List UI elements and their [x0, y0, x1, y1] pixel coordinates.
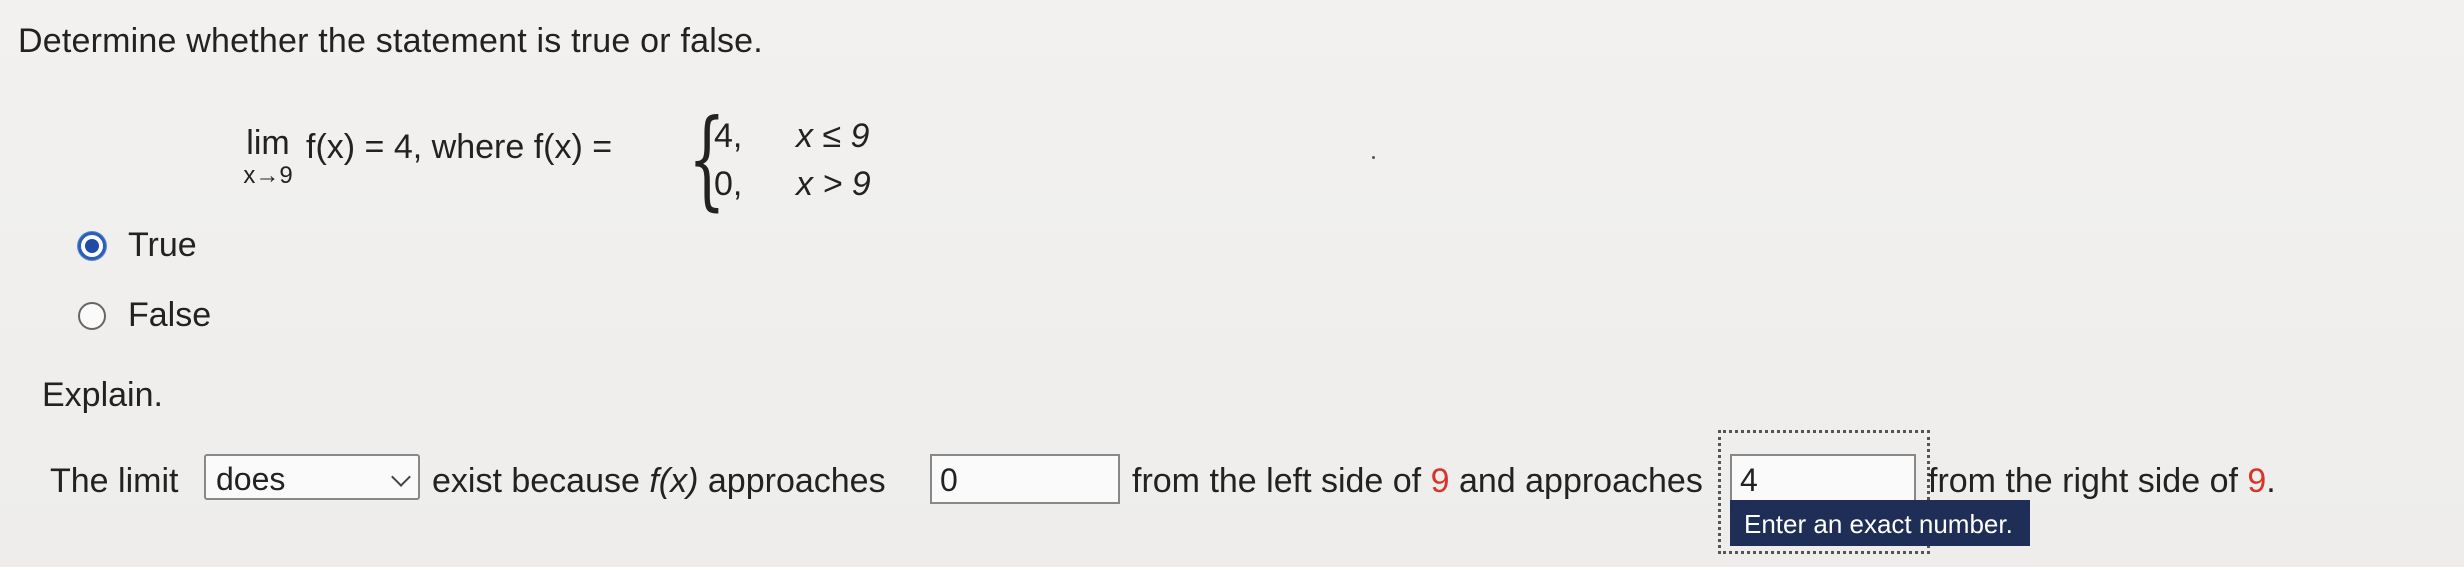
option-false[interactable]: False: [78, 296, 211, 335]
input-hint-tooltip: Enter an exact number.: [1730, 500, 2030, 546]
piece-value: 0,: [714, 165, 743, 203]
chevron-down-icon: [391, 467, 411, 487]
lim-subscript: x→9: [243, 162, 293, 189]
question-title: Determine whether the statement is true …: [18, 22, 763, 60]
piece-condition: x ≤ 9: [796, 117, 870, 155]
limit-notation: lim x→9: [228, 126, 308, 190]
left-limit-value: 0: [940, 462, 958, 498]
option-true-label: True: [128, 226, 197, 264]
right-limit-value: 4: [1740, 462, 1758, 498]
piece-row: 4, x ≤ 9: [714, 112, 871, 160]
middle1-fx: f(x): [649, 462, 699, 500]
middle2-text-a: from the left side of: [1132, 462, 1431, 500]
sentence-middle-1: exist because f(x) approaches: [432, 462, 886, 501]
explain-label: Explain.: [42, 376, 163, 414]
piecewise-cases: 4, x ≤ 9 0, x > 9: [714, 112, 871, 208]
piece-condition: x > 9: [796, 165, 871, 203]
piece-row: 0, x > 9: [714, 160, 871, 208]
sentence-prefix: The limit: [50, 462, 179, 500]
piece-value: 4,: [714, 117, 743, 155]
radio-false[interactable]: [78, 301, 106, 330]
select-value: does: [216, 461, 286, 497]
middle1-text-a: exist because: [432, 462, 650, 500]
suffix-number: 9: [2247, 462, 2267, 500]
stray-dot: [1372, 156, 1375, 159]
left-limit-input[interactable]: 0: [930, 454, 1120, 504]
option-false-label: False: [128, 296, 212, 334]
limit-exists-select[interactable]: does: [204, 454, 420, 500]
sentence-middle-2: from the left side of 9 and approaches: [1132, 462, 1703, 501]
suffix-text-a: from the right side of: [1928, 462, 2248, 500]
middle1-text-b: approaches: [698, 462, 886, 500]
right-limit-input[interactable]: 4: [1730, 454, 1916, 504]
radio-true-selected[interactable]: [78, 231, 106, 260]
middle2-number: 9: [1430, 462, 1450, 500]
middle2-text-b: and approaches: [1449, 462, 1703, 500]
question-panel: Determine whether the statement is true …: [0, 0, 2464, 567]
option-true[interactable]: True: [78, 226, 197, 265]
sentence-suffix: from the right side of 9.: [1928, 462, 2276, 501]
suffix-text-b: .: [2266, 462, 2276, 500]
statement-text: f(x) = 4, where f(x) =: [306, 128, 613, 166]
lim-word: lim: [246, 124, 290, 162]
